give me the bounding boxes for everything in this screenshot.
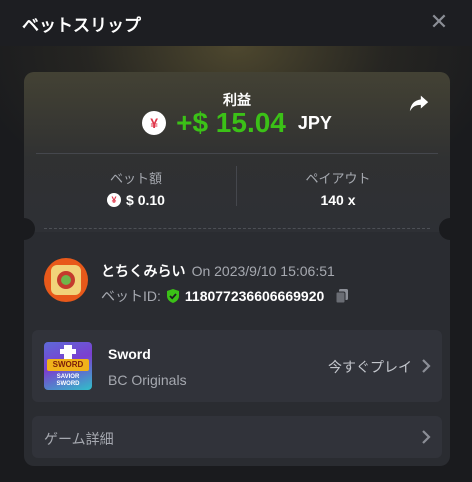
bet-amount-value: $ 0.10 (126, 192, 165, 208)
game-name: Sword (108, 346, 151, 362)
payout-stat: ペイアウト 140 x (238, 168, 438, 208)
profit-amount: +$ 15.04 (176, 107, 286, 138)
thumb-title: SWORD (47, 359, 89, 371)
user-line: とちくみらい On 2023/9/10 15:06:51 (101, 261, 335, 281)
sword-guard (60, 349, 76, 354)
close-icon[interactable]: ✕ (428, 11, 450, 33)
game-details-row[interactable]: ゲーム詳細 (32, 416, 442, 458)
thumb-subtitle: SAVIOR SWORD (56, 374, 80, 387)
bet-id-value: 118077236606669920 (184, 288, 325, 304)
bet-amount-value-row: ¥ $ 0.10 (36, 192, 236, 208)
bet-amount-label: ベット額 (109, 171, 162, 186)
divider (36, 153, 438, 154)
game-row[interactable]: SWORD SAVIOR SWORD Sword BC Originals 今す… (32, 330, 442, 402)
divider-vertical (236, 166, 237, 206)
yen-icon: ¥ (142, 111, 167, 135)
play-now-button[interactable]: 今すぐプレイ (328, 357, 412, 377)
shield-check-icon (166, 289, 179, 303)
copy-icon[interactable] (334, 288, 350, 304)
avatar-image (51, 265, 81, 295)
bet-time: On 2023/9/10 15:06:51 (191, 263, 335, 279)
bet-amount-stat: ベット額 ¥ $ 0.10 (36, 168, 236, 208)
bet-id-line: ベットID: 118077236606669920 (101, 286, 350, 306)
game-details-label: ゲーム詳細 (44, 431, 114, 447)
modal-title: ベットスリップ (22, 15, 141, 35)
dashed-separator (44, 228, 430, 229)
modal-header: ベットスリップ ✕ (0, 0, 472, 46)
bet-card: 利益 ¥ +$ 15.04 JPY ベット額 ¥ $ 0.10 ペイアウト 14… (24, 72, 450, 466)
user-name[interactable]: とちくみらい (101, 261, 186, 281)
chevron-right-icon[interactable] (420, 359, 432, 373)
payout-label: ペイアウト (305, 171, 371, 186)
chevron-right-icon[interactable] (420, 430, 432, 444)
profit-row: ¥ +$ 15.04 JPY (24, 107, 450, 138)
share-icon[interactable] (408, 92, 430, 114)
avatar[interactable] (44, 258, 88, 302)
payout-value: 140 x (320, 192, 356, 208)
bet-id-label: ベットID: (101, 288, 161, 304)
profit-currency: JPY (297, 112, 332, 133)
game-provider: BC Originals (108, 372, 187, 388)
yen-icon: ¥ (107, 193, 122, 207)
game-thumbnail: SWORD SAVIOR SWORD (44, 342, 92, 390)
ticket-notch-right (439, 218, 450, 240)
bet-slip-modal: ベットスリップ ✕ 利益 ¥ +$ 15.04 JPY ベット額 ¥ $ 0.1… (0, 0, 472, 482)
